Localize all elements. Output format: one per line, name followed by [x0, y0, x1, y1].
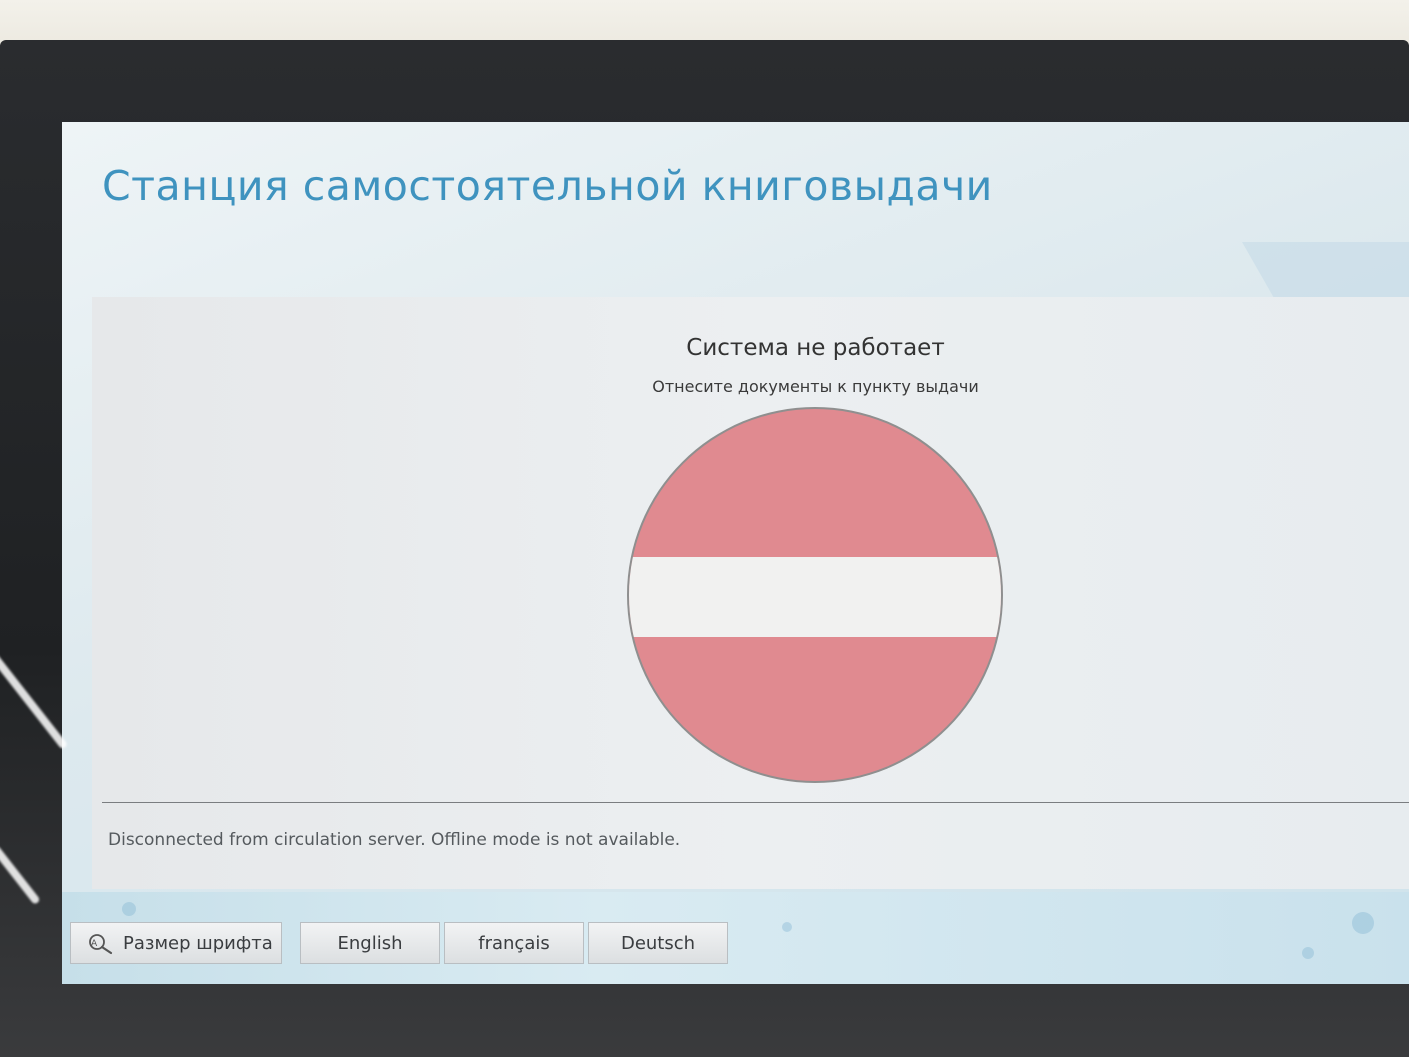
app-title: Станция самостоятельной книговыдачи — [102, 162, 993, 210]
bubble-decoration — [1352, 912, 1374, 934]
bubble-decoration — [782, 922, 792, 932]
no-entry-icon — [627, 407, 1003, 783]
font-size-button[interactable]: A Размер шрифта — [70, 922, 282, 964]
font-size-label: Размер шрифта — [123, 932, 273, 954]
divider — [102, 802, 1409, 803]
status-panel: Система не работает Отнесите документы к… — [92, 297, 1409, 889]
kiosk-screen: Станция самостоятельной книговыдачи Сист… — [62, 122, 1409, 984]
error-message: Disconnected from circulation server. Of… — [108, 830, 681, 850]
bubble-decoration — [1302, 947, 1314, 959]
svg-text:A: A — [91, 939, 98, 949]
bubble-decoration — [122, 902, 136, 916]
language-button-english[interactable]: English — [300, 922, 440, 964]
status-title: Система не работает — [686, 335, 945, 361]
language-button-german[interactable]: Deutsch — [588, 922, 728, 964]
bottom-toolbar: A Размер шрифта English français Deutsch — [70, 922, 728, 968]
font-size-icon: A — [89, 934, 113, 955]
status-subtitle: Отнесите документы к пункту выдачи — [652, 377, 979, 396]
language-button-french[interactable]: français — [444, 922, 584, 964]
